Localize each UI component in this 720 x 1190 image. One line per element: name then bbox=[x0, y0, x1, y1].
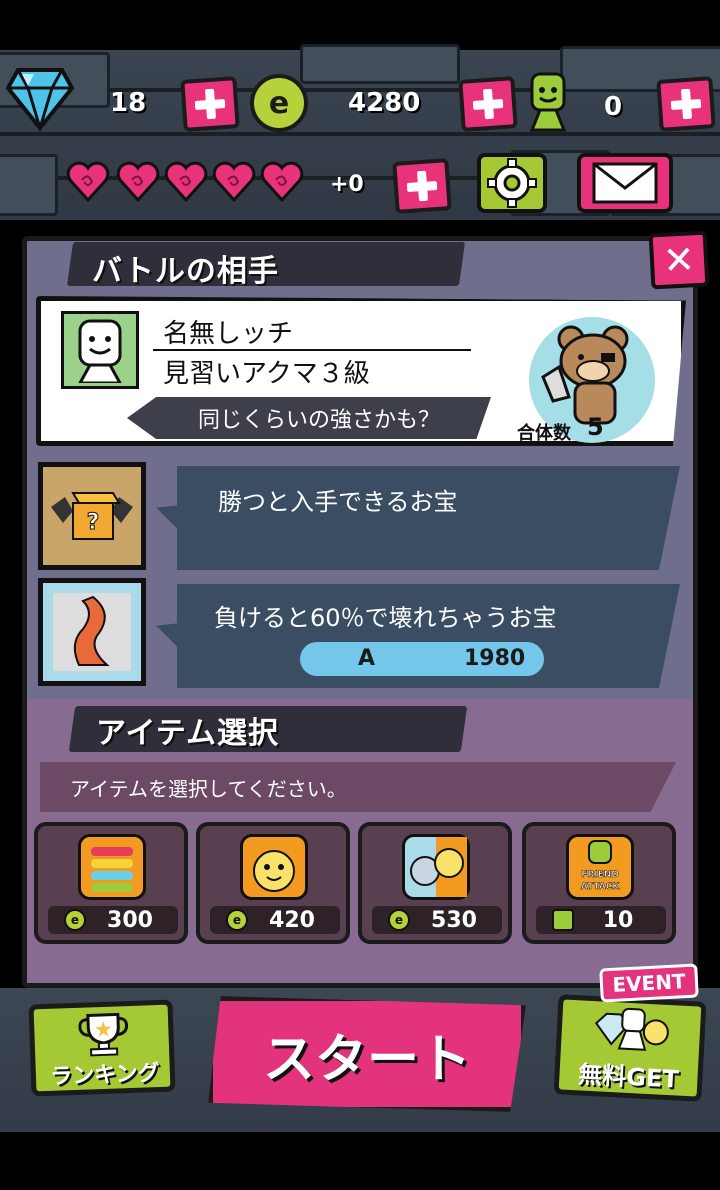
item-slot-2[interactable]: e 420 bbox=[196, 822, 350, 944]
coin-icon: e bbox=[388, 909, 410, 931]
opponent-rank: 見習いアクマ３級 bbox=[163, 359, 370, 389]
friend-point-icon bbox=[552, 909, 574, 931]
diamond-count: 18 bbox=[110, 88, 147, 118]
divider bbox=[153, 349, 471, 351]
heart-icon bbox=[260, 161, 304, 202]
free-get-button[interactable]: 無料GET bbox=[553, 994, 707, 1102]
swap-monster-item-icon bbox=[402, 834, 470, 900]
egg-monster-item-icon bbox=[240, 834, 308, 900]
item-slot-3[interactable]: e 530 bbox=[358, 822, 512, 944]
system-nav-bar bbox=[0, 1132, 720, 1190]
friend-face-icon bbox=[77, 319, 123, 383]
coin-icon: e bbox=[226, 909, 248, 931]
add-coins-button[interactable] bbox=[458, 76, 518, 132]
free-get-label: 無料GET bbox=[577, 1060, 680, 1094]
event-badge: EVENT bbox=[599, 963, 699, 1003]
ranking-label: ランキング bbox=[49, 1061, 161, 1090]
svg-text:ATTACK: ATTACK bbox=[581, 882, 621, 892]
heart-icon bbox=[66, 161, 110, 202]
item-slot-1[interactable]: e 300 bbox=[34, 822, 188, 944]
coin-icon: e bbox=[250, 74, 308, 132]
item-hint: アイテムを選択してください。 bbox=[40, 762, 676, 812]
item-cost: 10 bbox=[536, 906, 666, 934]
item-slot-4[interactable]: FRIEND ATTACK 10 bbox=[522, 822, 676, 944]
item-cost: e 300 bbox=[48, 906, 178, 934]
heart-bonus: +0 bbox=[330, 172, 364, 197]
ranking-button[interactable]: ランキング bbox=[28, 999, 176, 1097]
item-cost: e 420 bbox=[210, 906, 340, 934]
treasure-grade: A bbox=[358, 646, 376, 671]
friend-point-count: 0 bbox=[604, 92, 623, 122]
trophy-icon bbox=[78, 1012, 129, 1057]
treasure-value: 1980 bbox=[464, 646, 526, 671]
dragon-card-icon bbox=[53, 593, 131, 671]
merge-count-value: 5 bbox=[587, 413, 604, 441]
mystery-box-icon: ? bbox=[51, 492, 133, 540]
win-treasure-label: 勝つと入手できるお宝 bbox=[218, 488, 458, 516]
close-button[interactable]: ✕ bbox=[648, 230, 710, 290]
add-hearts-button[interactable] bbox=[392, 158, 452, 214]
settings-gear-icon[interactable] bbox=[476, 152, 548, 214]
lose-treasure-label: 負けると60％で壊れちゃうお宝 bbox=[214, 604, 557, 632]
start-button[interactable]: スタート bbox=[208, 996, 526, 1112]
treasure-value-pill: A 1980 bbox=[300, 642, 544, 676]
lose-treasure-frame[interactable] bbox=[38, 578, 146, 686]
win-treasure-bubble: 勝つと入手できるお宝 bbox=[156, 466, 680, 570]
heart-icon bbox=[212, 161, 256, 202]
opponent-card[interactable]: 名無しッチ 見習いアクマ３級 同じくらいの強さかも？ 合体数 5 bbox=[36, 296, 686, 446]
friend-attack-item-icon: FRIEND ATTACK bbox=[566, 834, 634, 900]
diamond-icon bbox=[6, 68, 74, 132]
add-friend-points-button[interactable] bbox=[656, 76, 716, 132]
status-bar bbox=[0, 0, 720, 50]
merge-count-label: 合体数 bbox=[517, 423, 571, 444]
mail-icon[interactable] bbox=[576, 152, 674, 214]
coin-icon: e bbox=[64, 909, 86, 931]
heart-icon bbox=[116, 161, 160, 202]
win-treasure-frame[interactable]: ? bbox=[38, 462, 146, 570]
strength-hint: 同じくらいの強さかも？ bbox=[127, 397, 491, 439]
svg-text:FRIEND: FRIEND bbox=[581, 870, 619, 880]
add-diamonds-button[interactable] bbox=[180, 76, 240, 132]
rainbow-item-icon bbox=[78, 834, 146, 900]
item-cost: e 530 bbox=[372, 906, 502, 934]
opponent-avatar bbox=[61, 311, 139, 389]
battle-title: バトルの相手 bbox=[92, 254, 279, 289]
opponent-name: 名無しッチ bbox=[163, 319, 294, 349]
friend-point-icon bbox=[529, 72, 567, 132]
coin-count: 4280 bbox=[348, 88, 421, 118]
heart-icon bbox=[164, 161, 208, 202]
svg-text:?: ? bbox=[87, 510, 100, 535]
free-reward-icon bbox=[594, 1007, 669, 1051]
item-title: アイテム選択 bbox=[96, 716, 279, 751]
